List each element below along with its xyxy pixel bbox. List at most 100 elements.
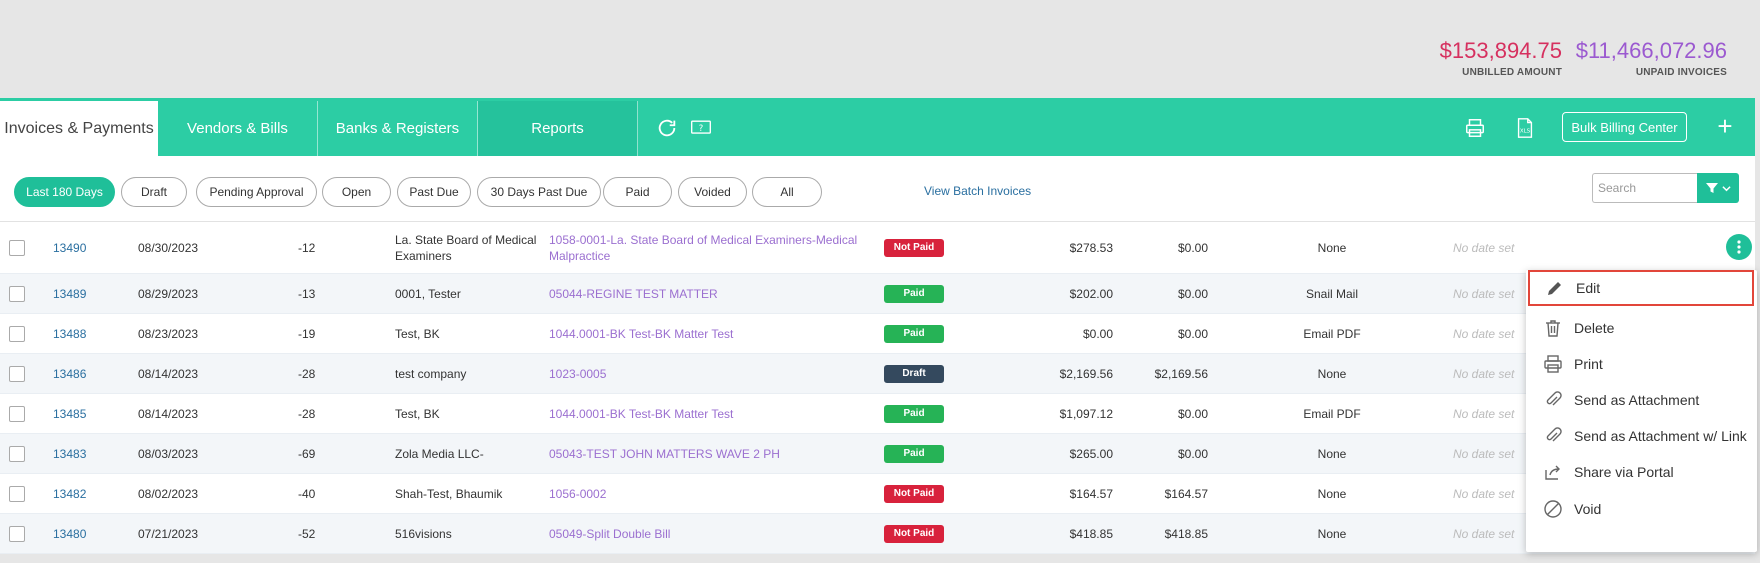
invoice-matter[interactable]: 1056-0002	[549, 474, 869, 513]
filter-chip-open[interactable]: Open	[322, 177, 391, 207]
row-checkbox[interactable]	[9, 485, 25, 502]
row-checkbox[interactable]	[9, 365, 25, 382]
row-checkbox-cell	[9, 394, 27, 433]
invoice-days: -13	[298, 286, 316, 301]
invoice-number[interactable]: 13489	[53, 274, 86, 313]
xls-export-icon[interactable]: XLS	[1514, 117, 1536, 139]
invoice-delivery: Email PDF	[1303, 406, 1361, 421]
table-row[interactable]: 13490 08/30/2023 -12 La. State Board of …	[0, 222, 1755, 274]
invoice-amount: $202.00	[1069, 286, 1113, 301]
filter-chip-paid[interactable]: Paid	[603, 177, 672, 207]
invoice-number[interactable]: 13482	[53, 474, 86, 513]
bulk-billing-center-button[interactable]: Bulk Billing Center	[1562, 112, 1687, 142]
pencil-icon	[1544, 277, 1566, 299]
table-row[interactable]: 13480 07/21/2023 -52 516visions 05049-Sp…	[0, 514, 1755, 554]
menu-item-send-attachment[interactable]: Send as Attachment	[1528, 382, 1754, 418]
row-checkbox[interactable]	[9, 405, 25, 422]
invoice-date: 07/21/2023	[138, 526, 199, 541]
menu-item-print[interactable]: Print	[1528, 346, 1754, 382]
invoice-due-date: No date set	[1453, 406, 1515, 421]
filter-chip-last-180-days[interactable]: Last 180 Days	[14, 177, 115, 207]
row-checkbox[interactable]	[9, 325, 25, 342]
invoice-number[interactable]: 13483	[53, 434, 86, 473]
paperclip-icon	[1542, 425, 1564, 447]
tab-banks-registers[interactable]: Banks & Registers	[318, 101, 478, 156]
filter-dropdown-button[interactable]	[1697, 173, 1739, 203]
unbilled-amount-value: $153,894.75	[1439, 38, 1562, 63]
row-checkbox[interactable]	[9, 239, 25, 256]
print-icon[interactable]	[1464, 117, 1486, 139]
svg-text:XLS: XLS	[1520, 129, 1531, 135]
menu-item-edit[interactable]: Edit	[1528, 270, 1754, 306]
table-row[interactable]: 13485 08/14/2023 -28 Test, BK 1044.0001-…	[0, 394, 1755, 434]
tab-reports[interactable]: Reports	[478, 101, 638, 156]
filter-chip-pending-approval[interactable]: Pending Approval	[196, 177, 317, 207]
invoice-date: 08/14/2023	[138, 406, 199, 421]
menu-item-delete[interactable]: Delete	[1528, 310, 1754, 346]
invoice-amount: $278.53	[1069, 240, 1113, 255]
invoice-client: La. State Board of Medical Examiners	[395, 232, 537, 263]
invoice-matter[interactable]: 1058-0001-La. State Board of Medical Exa…	[549, 222, 869, 273]
tab-invoices-payments[interactable]: Invoices & Payments	[0, 101, 158, 156]
table-row[interactable]: 13489 08/29/2023 -13 0001, Tester 05044-…	[0, 274, 1755, 314]
invoice-matter[interactable]: 1023-0005	[549, 354, 869, 393]
invoice-matter[interactable]: 05049-Split Double Bill	[549, 514, 869, 553]
invoice-balance: $0.00	[1177, 406, 1208, 421]
invoice-date: 08/14/2023	[138, 366, 199, 381]
unbilled-amount-block: $153,894.75 UNBILLED AMOUNT	[1440, 38, 1562, 78]
invoice-date: 08/03/2023	[138, 446, 199, 461]
add-button[interactable]: +	[1712, 110, 1738, 142]
filter-chip-all[interactable]: All	[752, 177, 822, 207]
row-checkbox-cell	[9, 434, 27, 473]
filter-chip-draft[interactable]: Draft	[121, 177, 187, 207]
filter-chip-voided[interactable]: Voided	[678, 177, 747, 207]
filter-chip-30-days-past-due[interactable]: 30 Days Past Due	[477, 177, 601, 207]
view-batch-invoices-link[interactable]: View Batch Invoices	[924, 184, 1031, 198]
invoice-matter[interactable]: 05044-REGINE TEST MATTER	[549, 274, 869, 313]
invoice-amount: $265.00	[1069, 446, 1113, 461]
row-checkbox[interactable]	[9, 525, 25, 542]
tab-vendors-bills[interactable]: Vendors & Bills	[158, 101, 318, 156]
row-checkbox[interactable]	[9, 285, 25, 302]
invoice-delivery: Snail Mail	[1305, 286, 1359, 301]
invoice-amount: $164.57	[1069, 486, 1113, 501]
invoice-matter[interactable]: 1044.0001-BK Test-BK Matter Test	[549, 394, 869, 433]
filter-chip-past-due[interactable]: Past Due	[397, 177, 471, 207]
status-badge: Paid	[884, 444, 944, 463]
invoice-number[interactable]: 13490	[53, 222, 86, 273]
table-row[interactable]: 13483 08/03/2023 -69 Zola Media LLC- 050…	[0, 434, 1755, 474]
menu-item-label: Share via Portal	[1574, 464, 1674, 480]
menu-item-send-attachment-link[interactable]: Send as Attachment w/ Link	[1528, 418, 1754, 454]
invoice-client: Shah-Test, Bhaumik	[395, 486, 503, 501]
menu-item-label: Send as Attachment	[1574, 392, 1700, 408]
invoice-client: Zola Media LLC-	[395, 446, 484, 461]
invoice-number[interactable]: 13488	[53, 314, 86, 353]
row-actions-button[interactable]	[1726, 234, 1752, 260]
status-badge: Draft	[884, 364, 944, 383]
search-input[interactable]	[1592, 173, 1697, 203]
help-icon[interactable]: ?	[688, 117, 714, 139]
invoice-number[interactable]: 13480	[53, 514, 86, 553]
table-row[interactable]: 13488 08/23/2023 -19 Test, BK 1044.0001-…	[0, 314, 1755, 354]
invoice-client: 0001, Tester	[395, 286, 461, 301]
invoice-days: -69	[298, 446, 316, 461]
refresh-icon[interactable]	[656, 117, 678, 139]
table-row[interactable]: 13482 08/02/2023 -40 Shah-Test, Bhaumik …	[0, 474, 1755, 514]
table-row[interactable]: 13486 08/14/2023 -28 test company 1023-0…	[0, 354, 1755, 394]
invoice-due-date: No date set	[1453, 326, 1515, 341]
invoice-status-cell: Paid	[884, 274, 944, 313]
invoice-due-date: No date set	[1453, 486, 1515, 501]
menu-item-void[interactable]: Void	[1528, 491, 1754, 527]
row-checkbox[interactable]	[9, 445, 25, 462]
main-tab-bar: Invoices & Payments Vendors & Bills Bank…	[0, 98, 1755, 156]
invoice-date: 08/29/2023	[138, 286, 199, 301]
invoice-matter[interactable]: 05043-TEST JOHN MATTERS WAVE 2 PH	[549, 434, 869, 473]
invoice-status-cell: Paid	[884, 434, 944, 473]
invoice-status-cell: Draft	[884, 354, 944, 393]
menu-item-share-portal[interactable]: Share via Portal	[1528, 454, 1754, 490]
invoice-number[interactable]: 13485	[53, 394, 86, 433]
invoice-days: -40	[298, 486, 316, 501]
invoice-number[interactable]: 13486	[53, 354, 86, 393]
invoice-matter[interactable]: 1044.0001-BK Test-BK Matter Test	[549, 314, 869, 353]
invoice-status-cell: Paid	[884, 314, 944, 353]
